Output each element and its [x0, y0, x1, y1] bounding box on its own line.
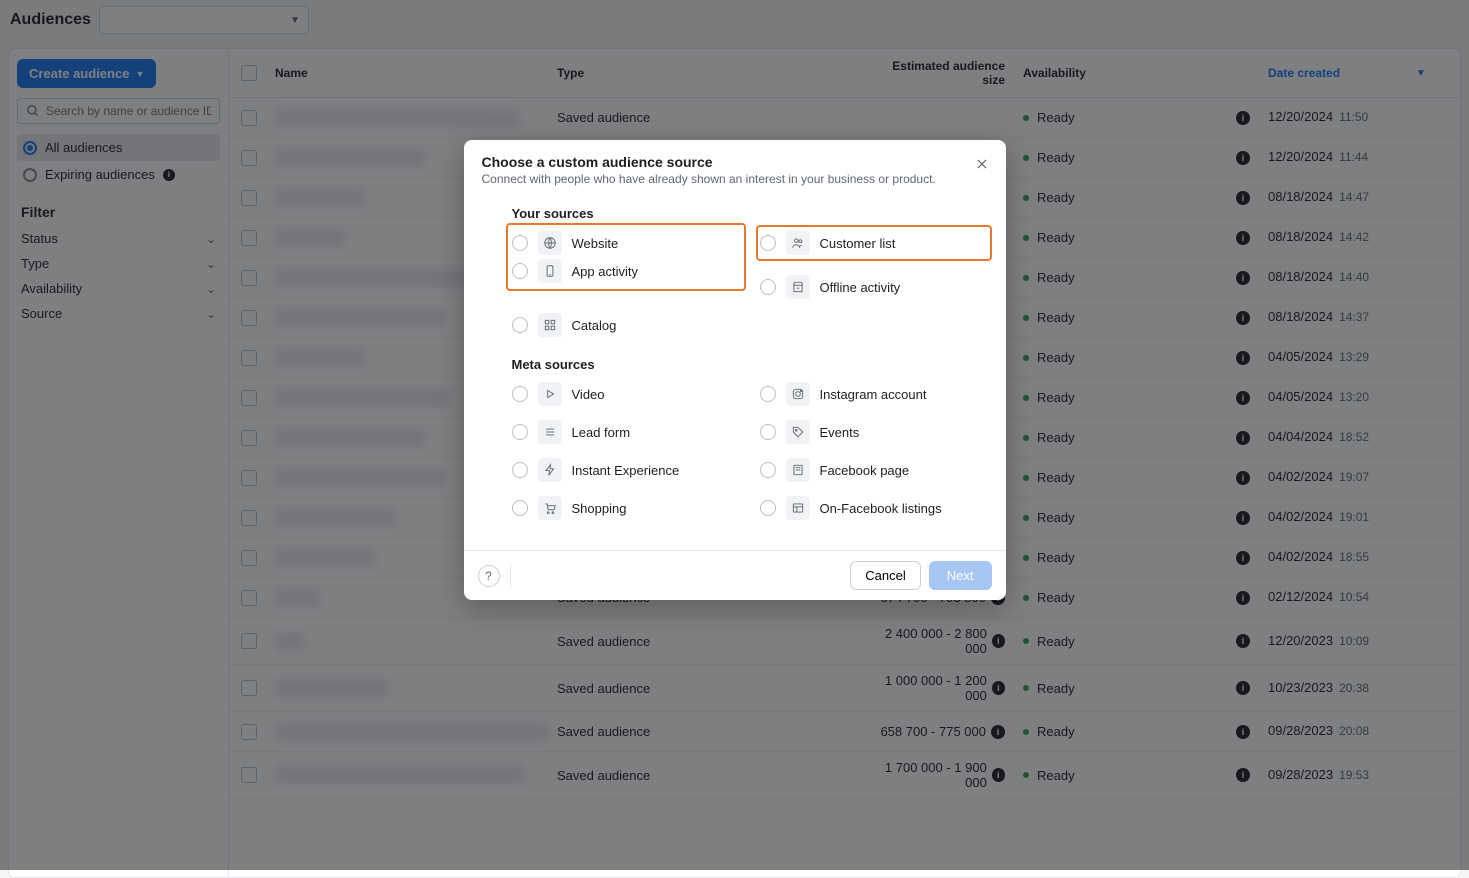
source-customer-list-label: Customer list	[820, 236, 896, 251]
source-instagram-label: Instagram account	[820, 387, 927, 402]
radio-icon	[760, 279, 776, 295]
source-facebook-page-label: Facebook page	[820, 463, 910, 478]
source-instant-experience[interactable]: Instant Experience	[512, 456, 740, 484]
source-instagram[interactable]: Instagram account	[760, 380, 988, 408]
bolt-icon	[538, 458, 562, 482]
radio-icon	[512, 462, 528, 478]
list-icon	[538, 420, 562, 444]
close-icon	[975, 157, 989, 171]
source-events-label: Events	[820, 425, 860, 440]
instagram-icon	[786, 382, 810, 406]
source-on-facebook-listings[interactable]: On-Facebook listings	[760, 494, 988, 522]
radio-icon	[760, 424, 776, 440]
radio-icon	[512, 317, 528, 333]
close-button[interactable]	[970, 152, 994, 176]
radio-icon	[512, 424, 528, 440]
source-video[interactable]: Video	[512, 380, 740, 408]
source-customer-list[interactable]: Customer list	[760, 229, 988, 257]
modal-overlay: Choose a custom audience source Connect …	[0, 0, 1469, 870]
radio-icon	[512, 263, 528, 279]
cancel-button[interactable]: Cancel	[850, 561, 920, 590]
source-app-activity-label: App activity	[572, 264, 638, 279]
source-catalog[interactable]: Catalog	[512, 311, 740, 339]
radio-icon	[760, 500, 776, 516]
source-website[interactable]: Website	[512, 229, 740, 257]
play-icon	[538, 382, 562, 406]
source-shopping[interactable]: Shopping	[512, 494, 740, 522]
phone-icon	[538, 259, 562, 283]
radio-icon	[760, 462, 776, 478]
source-website-label: Website	[572, 236, 619, 251]
source-lead-form-label: Lead form	[572, 425, 631, 440]
source-app-activity[interactable]: App activity	[512, 257, 740, 285]
radio-icon	[760, 235, 776, 251]
radio-icon	[512, 386, 528, 402]
radio-icon	[760, 386, 776, 402]
source-shopping-label: Shopping	[572, 501, 627, 516]
source-instant-experience-label: Instant Experience	[572, 463, 680, 478]
next-button[interactable]: Next	[929, 561, 992, 590]
source-facebook-page[interactable]: Facebook page	[760, 456, 988, 484]
divider	[510, 565, 511, 587]
modal-subtitle: Connect with people who have already sho…	[482, 172, 988, 186]
meta-sources-heading: Meta sources	[512, 357, 988, 372]
source-offline-activity-label: Offline activity	[820, 280, 901, 295]
source-events[interactable]: Events	[760, 418, 988, 446]
source-catalog-label: Catalog	[572, 318, 617, 333]
store-icon	[786, 275, 810, 299]
source-video-label: Video	[572, 387, 605, 402]
page-icon	[786, 458, 810, 482]
people-icon	[786, 231, 810, 255]
source-offline-activity[interactable]: Offline activity	[760, 273, 988, 301]
radio-icon	[512, 500, 528, 516]
your-sources-heading: Your sources	[512, 206, 988, 221]
globe-icon	[538, 231, 562, 255]
tag-icon	[786, 420, 810, 444]
modal-title: Choose a custom audience source	[482, 154, 988, 170]
source-lead-form[interactable]: Lead form	[512, 418, 740, 446]
radio-icon	[512, 235, 528, 251]
help-button[interactable]: ?	[478, 565, 500, 587]
cart-icon	[538, 496, 562, 520]
source-on-fb-listings-label: On-Facebook listings	[820, 501, 942, 516]
custom-audience-source-modal: Choose a custom audience source Connect …	[464, 140, 1006, 600]
listing-icon	[786, 496, 810, 520]
grid-icon	[538, 313, 562, 337]
